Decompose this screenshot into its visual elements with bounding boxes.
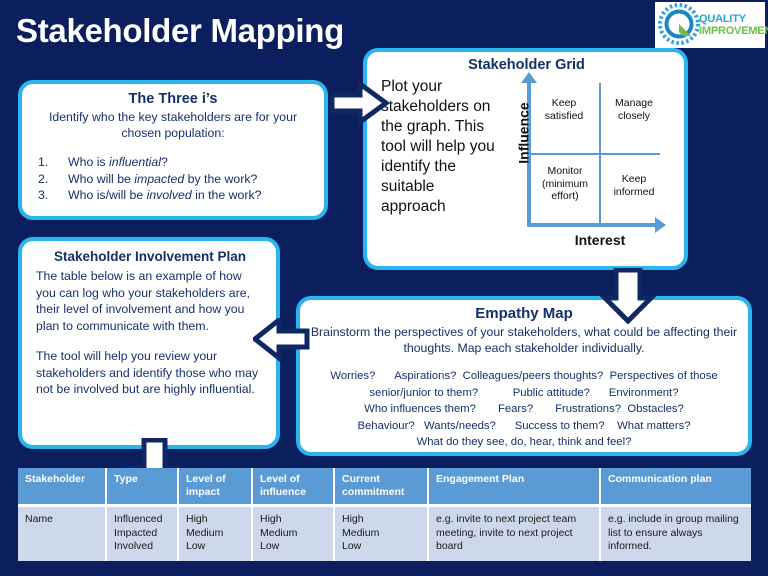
prompt-line: Behaviour? Wants/needs? Success to them?… (357, 419, 691, 432)
involvement-plan-paragraph-2: The tool will help you review your stake… (36, 349, 259, 396)
quadrant-manage-closely: Manage closely (615, 97, 653, 122)
list-item: 2. Who will be impacted by the work? (34, 171, 312, 188)
three-is-lead: Identify who the key stakeholders are fo… (48, 110, 298, 140)
column-header-current-commitment: Current commitment (334, 468, 429, 506)
prompt-line: Worries? Aspirations? Colleagues/peers t… (330, 370, 718, 382)
stakeholder-grid-text: Plot your stakeholders on the graph. Thi… (381, 78, 495, 215)
x-axis-arrowhead-icon (655, 217, 666, 233)
quadrant-monitor-minimum-effort: Monitor (minimum effort) (541, 165, 589, 202)
prompt-line: Who influences them? Fears? Frustrations… (364, 403, 684, 415)
involvement-plan-heading: Stakeholder Involvement Plan (53, 249, 247, 264)
column-header-type: Type (106, 468, 179, 506)
stakeholder-involvement-table: Stakeholder Type Level of impact Level o… (18, 468, 751, 561)
empathy-map-subtitle: Brainstorm the perspectives of your stak… (310, 325, 738, 355)
quality-improvement-logo: QUALITY IMPROVEMENT (655, 2, 768, 48)
cell-communication-plan: e.g. include in group mailing list to en… (600, 505, 751, 561)
stakeholder-grid-heading: Stakeholder Grid (468, 57, 585, 73)
list-item-text: Who is influential? (68, 155, 168, 169)
arrow-three-is-to-grid (330, 82, 390, 127)
page-title: Stakeholder Mapping (16, 12, 345, 49)
quadrant-keep-informed: Keep informed (613, 173, 655, 198)
x-axis-line (527, 223, 659, 227)
cell-level-of-influence: High Medium Low (252, 505, 335, 561)
three-is-heading: The Three i’s (128, 91, 218, 107)
involvement-plan-paragraph-1: The table below is an example of how you… (36, 269, 250, 333)
arrow-empathy-map-to-involvement-plan (253, 318, 310, 364)
list-item-number: 3. (38, 188, 49, 202)
column-header-level-of-influence: Level of influence (252, 468, 335, 506)
column-header-engagement-plan: Engagement Plan (428, 468, 601, 506)
x-axis-label: Interest (574, 232, 626, 248)
prompt-line: senior/junior to them? Public attitude? … (369, 386, 679, 399)
cell-stakeholder: Name (18, 505, 107, 561)
panel-empathy-map: Empathy Map Brainstorm the perspectives … (296, 296, 752, 456)
logo-word-quality: QUALITY (699, 13, 746, 25)
table-header-row: Stakeholder Type Level of impact Level o… (18, 468, 751, 506)
empathy-map-prompts: Worries? Aspirations? Colleagues/peers t… (310, 368, 738, 451)
column-header-communication-plan: Communication plan (600, 468, 751, 506)
panel-three-is: The Three i’s Identify who the key stake… (18, 80, 328, 220)
column-header-level-of-impact: Level of impact (178, 468, 253, 506)
y-axis-label: Influence (515, 102, 532, 164)
prompt-line: What do they see, do, hear, think and fe… (416, 436, 632, 448)
y-axis-arrowhead-icon (521, 72, 537, 83)
panel-involvement-plan: Stakeholder Involvement Plan The table b… (18, 237, 280, 449)
slide-canvas: Stakeholder Mapping QUALITY IMPROVEMENT … (0, 0, 768, 576)
quadrant-keep-satisfied: Keep satisfied (544, 97, 584, 122)
three-is-list: 1. Who is influential? 2. Who will be im… (34, 154, 312, 204)
cell-engagement-plan: e.g. invite to next project team meeting… (428, 505, 601, 561)
list-item-text: Who will be impacted by the work? (68, 171, 258, 186)
cell-type: Influenced Impacted Involved (106, 505, 179, 561)
empathy-map-heading: Empathy Map (475, 305, 573, 322)
list-item-number: 1. (38, 155, 49, 169)
cell-current-commitment: High Medium Low (334, 505, 429, 561)
quadrant-divider-horizontal (529, 153, 660, 155)
list-item: 3. Who is/will be involved in the work? (34, 187, 312, 204)
influence-interest-matrix: Keep satisfied Manage closely Monitor (m… (505, 72, 677, 253)
stakeholder-grid-body: Plot your stakeholders on the graph. Thi… (379, 72, 677, 258)
logo-wordmark: QUALITY IMPROVEMENT (699, 13, 768, 37)
panel-stakeholder-grid: Stakeholder Grid Plot your stakeholders … (363, 48, 688, 270)
list-item: 1. Who is influential? (34, 154, 312, 171)
cell-level-of-impact: High Medium Low (178, 505, 253, 561)
column-header-stakeholder: Stakeholder (18, 468, 107, 506)
list-item-number: 2. (38, 171, 49, 186)
list-item-text: Who is/will be involved in the work? (68, 188, 262, 202)
arrow-grid-to-empathy-map (600, 268, 656, 324)
table-row: Name Influenced Impacted Involved High M… (18, 505, 751, 561)
logo-word-improvement: IMPROVEMENT (699, 24, 768, 37)
